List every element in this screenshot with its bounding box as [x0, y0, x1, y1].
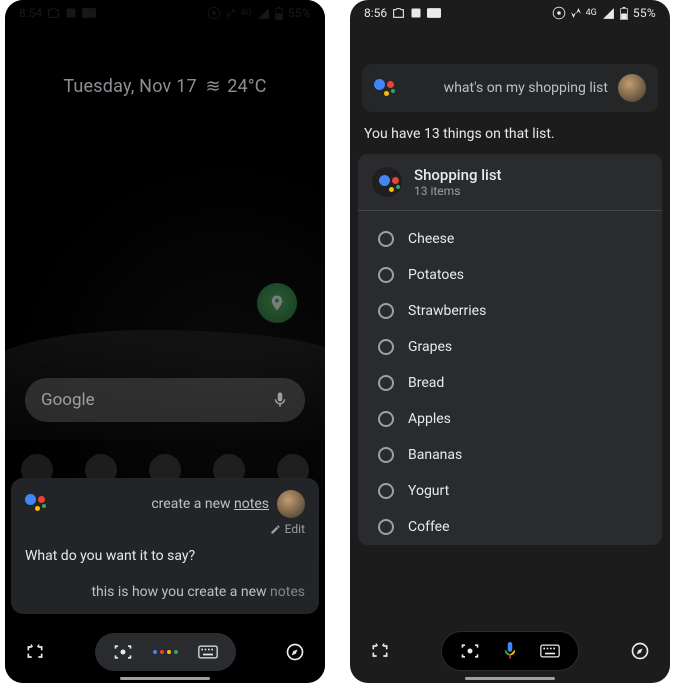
google-search-bar[interactable]: Google: [25, 378, 305, 422]
hotspot-icon: [552, 6, 566, 20]
temp-text: 24°C: [227, 76, 266, 97]
radio-icon[interactable]: [378, 267, 394, 283]
list-item-label: Yogurt: [408, 483, 449, 499]
image-icon: [410, 7, 422, 19]
screenshot-icon: [392, 7, 405, 20]
radio-icon[interactable]: [378, 411, 394, 427]
lens-icon[interactable]: [460, 641, 480, 661]
network-label: 4G: [586, 8, 597, 18]
avatar[interactable]: [618, 74, 646, 102]
radio-icon[interactable]: [378, 339, 394, 355]
list-item[interactable]: Coffee: [358, 509, 662, 545]
app-badge-icon: [427, 8, 441, 18]
status-bar: 8:56 4G 55%: [350, 0, 670, 24]
assistant-listening-icon[interactable]: [153, 650, 178, 654]
date-text: Tuesday, Nov 17: [63, 76, 196, 97]
list-item-label: Cheese: [408, 231, 454, 247]
assistant-logo-icon: [25, 493, 47, 515]
list-header[interactable]: Shopping list 13 items: [358, 154, 662, 210]
list-item-label: Potatoes: [408, 267, 464, 283]
list-title: Shopping list: [414, 166, 502, 184]
list-item[interactable]: Cheese: [358, 221, 662, 257]
signal-icon: [602, 7, 615, 20]
list-item-label: Grapes: [408, 339, 452, 355]
shopping-list-card: Shopping list 13 items Cheese Potatoes Str…: [358, 154, 662, 545]
assistant-input-pill: [441, 631, 579, 671]
list-item[interactable]: Strawberries: [358, 293, 662, 329]
phone-right: 8:56 4G 55% what's on my shopping list Y…: [350, 0, 670, 683]
assistant-bottom-dock: [5, 633, 325, 671]
list-item-label: Apples: [408, 411, 451, 427]
phone-left: 8:54 4G 55% Tuesday, Nov 17 ≋ 24°C Googl…: [5, 0, 325, 683]
list-item[interactable]: Bread: [358, 365, 662, 401]
pencil-icon: [270, 524, 281, 535]
status-time: 8:56: [364, 6, 387, 20]
edit-button[interactable]: Edit: [25, 522, 305, 536]
snapshot-icon[interactable]: [370, 641, 390, 661]
edit-label: Edit: [285, 522, 305, 536]
assistant-input-pill: [95, 633, 236, 671]
list-item[interactable]: Potatoes: [358, 257, 662, 293]
assistant-query[interactable]: what's on my shopping list: [404, 80, 608, 96]
snapshot-icon[interactable]: [25, 642, 45, 662]
radio-icon[interactable]: [378, 375, 394, 391]
search-placeholder: Google: [41, 390, 271, 410]
battery-text: 55%: [633, 6, 656, 20]
assistant-response[interactable]: this is how you create a new notes: [25, 584, 305, 600]
list-item[interactable]: Apples: [358, 401, 662, 437]
list-item[interactable]: Bananas: [358, 437, 662, 473]
radio-icon[interactable]: [378, 483, 394, 499]
radio-icon[interactable]: [378, 303, 394, 319]
list-item-label: Bananas: [408, 447, 462, 463]
nav-handle[interactable]: [120, 677, 210, 680]
list-item-label: Coffee: [408, 519, 450, 535]
list-item-label: Strawberries: [408, 303, 486, 319]
assistant-prompt: What do you want it to say?: [25, 548, 305, 564]
keyboard-icon[interactable]: [540, 641, 560, 661]
avatar[interactable]: [277, 490, 305, 518]
assistant-summary: You have 13 things on that list.: [364, 126, 656, 142]
list-item[interactable]: Yogurt: [358, 473, 662, 509]
assistant-panel: create a new notes Edit What do you want…: [11, 478, 319, 614]
assistant-logo-icon: [372, 167, 402, 197]
assistant-query-row: what's on my shopping list: [362, 64, 658, 112]
weather-glyph: ≋: [205, 76, 218, 97]
mic-icon[interactable]: [271, 391, 289, 409]
explore-icon[interactable]: [630, 641, 650, 661]
radio-icon[interactable]: [378, 447, 394, 463]
lens-icon[interactable]: [113, 642, 133, 662]
list-items: Cheese Potatoes Strawberries Grapes Bread App…: [358, 211, 662, 545]
location-pin-icon[interactable]: [257, 283, 297, 323]
list-item-label: Bread: [408, 375, 444, 391]
list-item[interactable]: Grapes: [358, 329, 662, 365]
date-weather[interactable]: Tuesday, Nov 17 ≋ 24°C: [5, 76, 325, 97]
battery-icon: [620, 7, 628, 20]
list-subtitle: 13 items: [414, 184, 502, 198]
radio-icon[interactable]: [378, 519, 394, 535]
explore-icon[interactable]: [285, 642, 305, 662]
data-icon: [571, 7, 581, 19]
keyboard-icon[interactable]: [198, 642, 218, 662]
assistant-bottom-dock: [350, 631, 670, 671]
assistant-query[interactable]: create a new notes: [55, 496, 269, 512]
radio-icon[interactable]: [378, 231, 394, 247]
nav-handle[interactable]: [465, 677, 555, 680]
assistant-logo-icon: [374, 78, 394, 98]
mic-icon[interactable]: [500, 641, 520, 661]
